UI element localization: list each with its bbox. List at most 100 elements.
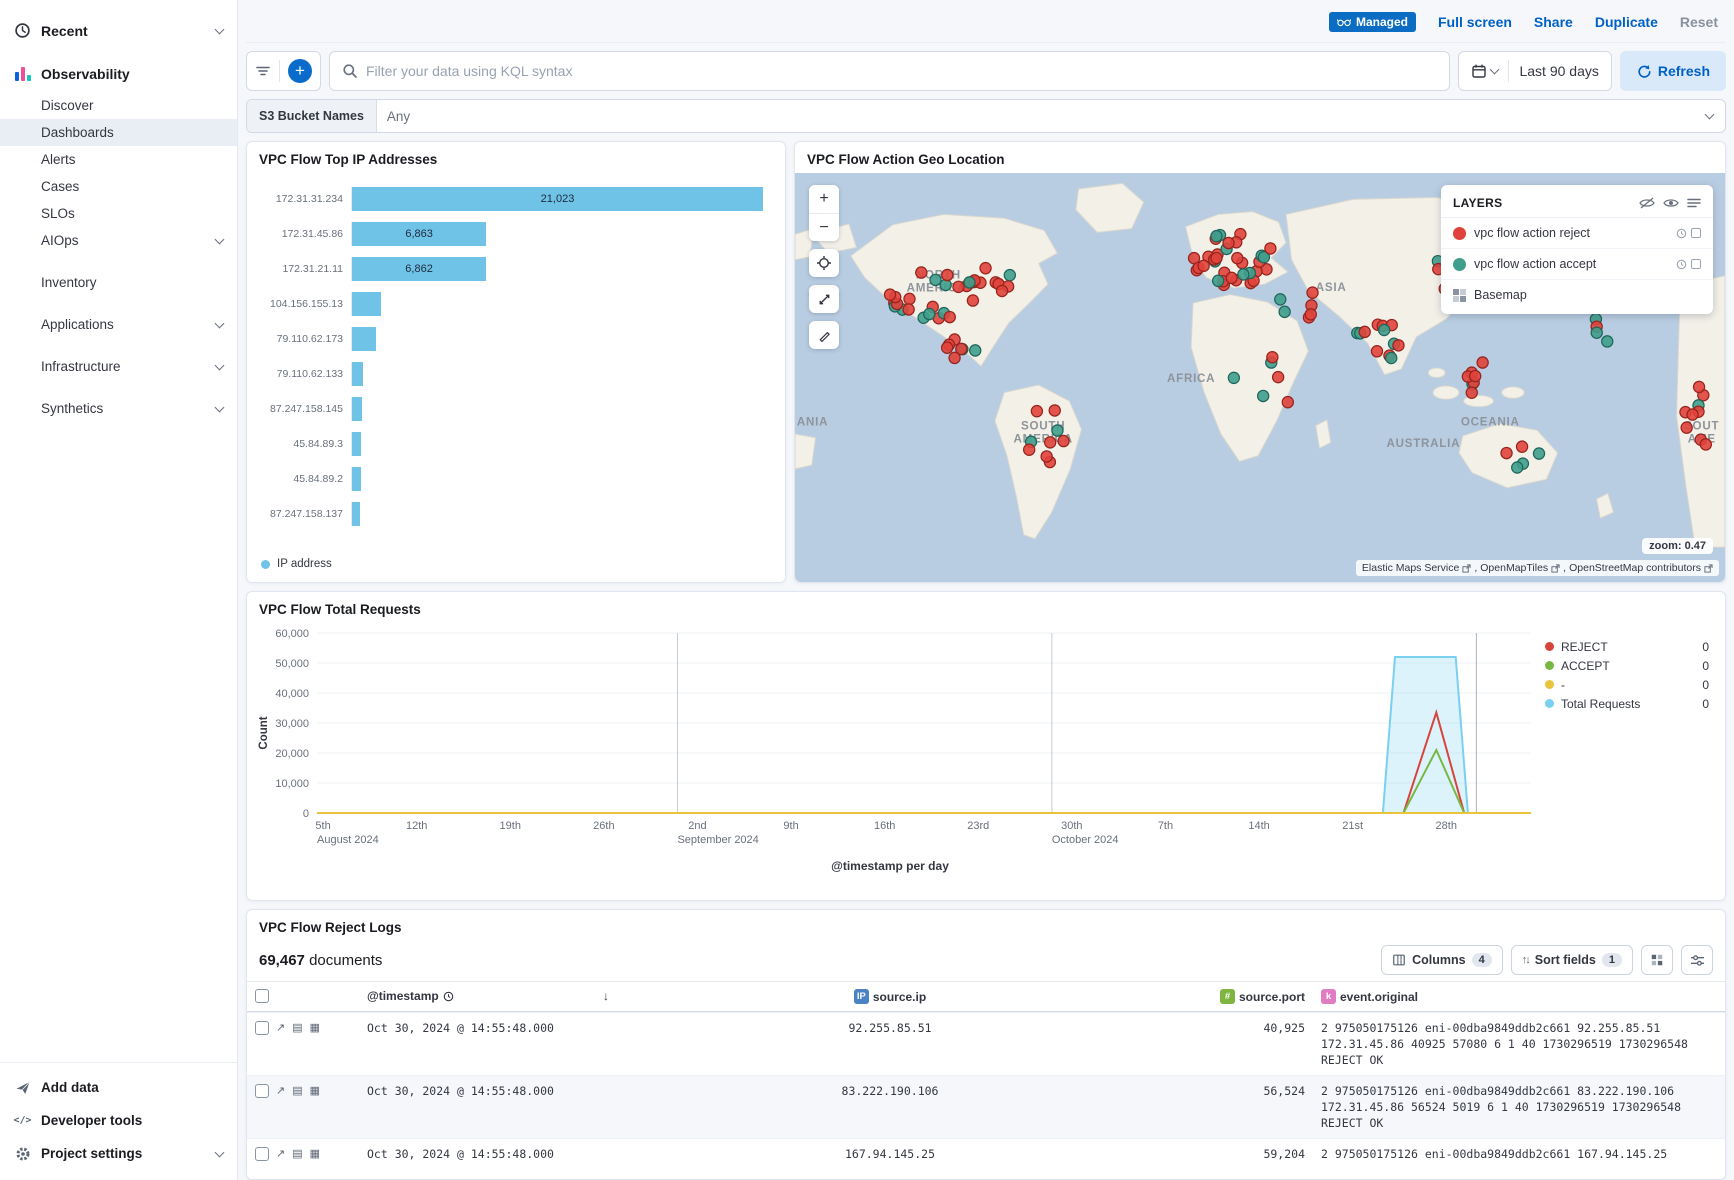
reject-dot: [1307, 287, 1318, 298]
attribution-link[interactable]: OpenStreetMap contributors: [1569, 562, 1701, 574]
accept-dot: [964, 277, 975, 288]
sidebar-item-project-settings[interactable]: Project settings: [0, 1137, 237, 1170]
grid-settings-button[interactable]: [1681, 945, 1713, 975]
column-header-source-ip[interactable]: IP source.ip: [617, 982, 1163, 1011]
layer-item-reject[interactable]: vpc flow action reject: [1441, 218, 1713, 249]
filter-button[interactable]: [255, 63, 271, 79]
expand-map-button[interactable]: [809, 285, 839, 313]
layer-mini-controls: [1676, 259, 1701, 270]
column-header-event-original[interactable]: k event.original: [1313, 982, 1725, 1011]
ip-bar[interactable]: 21,023: [352, 187, 763, 211]
ip-bar[interactable]: [352, 432, 361, 456]
reject-dot: [903, 304, 914, 315]
refresh-label: Refresh: [1658, 63, 1710, 79]
ip-legend[interactable]: IP address: [247, 552, 785, 582]
sidebar-item-developer-tools[interactable]: </> Developer tools: [0, 1104, 237, 1137]
s3-bucket-control[interactable]: S3 Bucket Names Any: [246, 99, 1726, 133]
column-header-timestamp[interactable]: @timestamp ↓: [359, 982, 617, 1010]
series-area-total-requests: [317, 657, 1531, 813]
expand-row-icon[interactable]: ↗: [276, 1020, 285, 1036]
refresh-button[interactable]: Refresh: [1620, 51, 1726, 91]
time-range-label[interactable]: Last 90 days: [1519, 63, 1598, 79]
sidebar-item-synthetics[interactable]: Synthetics: [0, 395, 237, 422]
sidebar-item-dashboards[interactable]: Dashboards: [0, 119, 237, 146]
view-document-icon[interactable]: ▤: [292, 1083, 302, 1099]
row-checkbox[interactable]: [255, 1084, 269, 1098]
reject-dot: [1470, 370, 1481, 381]
accept-dot: [1602, 336, 1613, 347]
sidebar-item-slos[interactable]: SLOs: [0, 200, 237, 227]
attribution-link[interactable]: Elastic Maps Service: [1362, 562, 1459, 574]
sidebar-section-observability[interactable]: Observability: [0, 57, 237, 90]
attribution-link[interactable]: OpenMapTiles: [1480, 562, 1548, 574]
legend-item-accept[interactable]: ACCEPT0: [1545, 656, 1709, 675]
row-checkbox[interactable]: [255, 1147, 269, 1161]
reset-button[interactable]: Reset: [1680, 14, 1718, 30]
reject-dot: [953, 281, 964, 292]
sidebar-item-recent[interactable]: Recent: [0, 14, 237, 47]
ip-bar[interactable]: 6,863: [352, 222, 486, 246]
ip-bar[interactable]: [352, 397, 362, 421]
full-screen-button[interactable]: Full screen: [1438, 14, 1512, 30]
sidebar-item-aiops[interactable]: AIOps: [0, 227, 237, 254]
view-details-icon[interactable]: ▦: [310, 1146, 320, 1162]
sidebar-item-inventory[interactable]: Inventory: [0, 269, 237, 296]
legend-item-reject[interactable]: REJECT0: [1545, 637, 1709, 656]
columns-button[interactable]: Columns 4: [1381, 945, 1503, 975]
sidebar-item-cases[interactable]: Cases: [0, 173, 237, 200]
observability-label: Observability: [41, 66, 130, 82]
chevron-down-icon[interactable]: [1705, 110, 1715, 120]
view-document-icon[interactable]: ▤: [292, 1146, 302, 1162]
sidebar-item-add-data[interactable]: Add data: [0, 1071, 237, 1104]
view-details-icon[interactable]: ▦: [310, 1020, 320, 1036]
geo-map[interactable]: NORTHAMERICASOUTHAMERICAAFRICAASIAOCEANI…: [795, 173, 1725, 582]
add-filter-button[interactable]: +: [288, 59, 312, 83]
layer-item-accept[interactable]: vpc flow action accept: [1441, 249, 1713, 280]
row-controls: ↗ ▤ ▦: [247, 1139, 359, 1169]
legend-item-total-requests[interactable]: Total Requests0: [1545, 694, 1709, 713]
calendar-button[interactable]: [1471, 63, 1498, 79]
ip-bar[interactable]: [352, 362, 363, 386]
reject-dot: [1466, 387, 1477, 398]
ip-bar[interactable]: [352, 467, 361, 491]
duplicate-button[interactable]: Duplicate: [1595, 14, 1658, 30]
ip-bar[interactable]: 6,862: [352, 257, 486, 281]
legend-item-series[interactable]: -0: [1545, 675, 1709, 694]
column-header-source-port[interactable]: # source.port: [1163, 982, 1313, 1011]
view-details-icon[interactable]: ▦: [310, 1083, 320, 1099]
ip-bar[interactable]: [352, 502, 360, 526]
expand-row-icon[interactable]: ↗: [276, 1146, 285, 1162]
sidebar-item-discover[interactable]: Discover: [0, 92, 237, 119]
sidebar-item-applications[interactable]: Applications: [0, 311, 237, 338]
layer-checkbox[interactable]: [1691, 259, 1701, 269]
share-button[interactable]: Share: [1534, 14, 1573, 30]
display-options-button[interactable]: [1641, 945, 1673, 975]
column-label: @timestamp: [367, 989, 439, 1003]
sort-fields-button[interactable]: ↑↓ Sort fields 1: [1511, 945, 1633, 975]
zoom-level-badge: zoom: 0.47: [1642, 538, 1713, 554]
chevron-down-icon[interactable]: [215, 1147, 225, 1157]
chevron-down-icon[interactable]: [215, 24, 225, 34]
zoom-in-button[interactable]: +: [809, 185, 839, 213]
view-document-icon[interactable]: ▤: [292, 1020, 302, 1036]
ip-bar[interactable]: [352, 327, 376, 351]
sidebar-item-infrastructure[interactable]: Infrastructure: [0, 353, 237, 380]
ip-bar[interactable]: [352, 292, 381, 316]
expand-row-icon[interactable]: ↗: [276, 1083, 285, 1099]
select-all-checkbox[interactable]: [255, 989, 269, 1003]
hide-all-layers-icon[interactable]: [1639, 197, 1655, 209]
layer-list-icon[interactable]: [1687, 197, 1701, 209]
fit-to-data-button[interactable]: [809, 249, 839, 277]
layer-item-basemap[interactable]: Basemap: [1441, 280, 1713, 310]
row-checkbox[interactable]: [255, 1021, 269, 1035]
layer-checkbox[interactable]: [1691, 228, 1701, 238]
map-tools-button[interactable]: [809, 321, 839, 349]
code-icon: </>: [14, 1112, 31, 1129]
x-axis-tick: 7th: [1158, 820, 1173, 832]
show-all-layers-icon[interactable]: [1663, 197, 1679, 209]
requests-chart-svg: Count 010,00020,00030,00040,00050,00060,…: [253, 623, 1539, 855]
sidebar-item-alerts[interactable]: Alerts: [0, 146, 237, 173]
sort-direction-icon[interactable]: ↓: [603, 989, 609, 1003]
kql-search-input[interactable]: [366, 63, 1437, 79]
zoom-out-button[interactable]: −: [809, 213, 839, 241]
